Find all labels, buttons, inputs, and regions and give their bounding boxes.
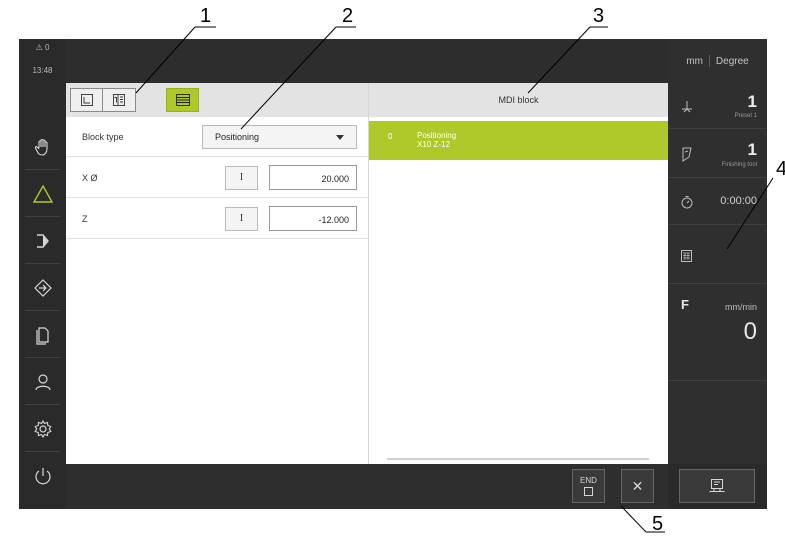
top-bar — [66, 39, 668, 83]
menu-file-management[interactable] — [19, 311, 66, 358]
param-row-z: Z I -12.000 — [66, 199, 368, 239]
block-type-label: Block type — [82, 132, 124, 142]
tab-axis-view[interactable] — [70, 88, 103, 112]
param-row-x: X Ø I 20.000 — [66, 158, 368, 198]
device-screen: ⚠ 0 13:48 mm Degree 1 Preset 1 1 Finishi… — [19, 39, 767, 509]
tool-value: 1 — [747, 140, 757, 159]
files-icon — [35, 326, 49, 345]
status-bottom — [668, 464, 767, 509]
triangle-icon — [32, 184, 53, 203]
block-type: Positioning — [417, 131, 457, 140]
square-icon — [584, 487, 593, 496]
unit-angle[interactable]: Degree — [716, 56, 749, 67]
warning-count[interactable]: ⚠ 0 — [19, 43, 66, 52]
z-label: Z — [82, 214, 88, 224]
stopwatch-icon — [681, 196, 693, 209]
block-type-select[interactable]: Positioning — [202, 125, 357, 149]
view-tabs — [66, 83, 368, 117]
callout-4: 4 — [776, 158, 785, 180]
z-value-field[interactable]: -12.000 — [269, 206, 357, 231]
mdi-block-panel: MDI block 0 Positioning X10 Z-12 — [369, 83, 668, 464]
block-type-value: Positioning — [215, 132, 260, 142]
feed-status[interactable]: F mm/min 0 — [668, 285, 767, 381]
menu-mdi[interactable] — [19, 170, 66, 217]
status-bar: mm Degree 1 Preset 1 1 Finishing tool 0:… — [668, 39, 767, 509]
calculator-icon — [681, 250, 692, 262]
form-view-icon — [175, 94, 190, 106]
hand-icon — [34, 138, 48, 156]
tool-icon — [682, 147, 692, 162]
bottom-bar: END ✕ — [66, 464, 668, 509]
x-value-field[interactable]: 20.000 — [269, 165, 357, 190]
menu-power[interactable] — [19, 452, 66, 499]
split-view-icon — [113, 94, 125, 106]
gear-icon — [33, 419, 52, 438]
feed-label: F — [681, 297, 689, 312]
power-icon — [34, 467, 51, 484]
menu-setup[interactable] — [19, 264, 66, 311]
menu-user-login[interactable] — [19, 358, 66, 405]
block-form-panel: Block type Positioning X Ø I 20.000 Z I … — [66, 83, 368, 464]
menu-manual-operation[interactable] — [19, 123, 66, 170]
callout-2: 2 — [342, 5, 354, 27]
callout-5: 5 — [652, 513, 664, 535]
clock: 13:48 — [32, 66, 53, 75]
chevron-down-icon — [336, 135, 344, 140]
close-icon: ✕ — [631, 477, 644, 494]
block-index: 0 — [388, 132, 393, 141]
arrow-right-bracket-icon — [36, 233, 49, 248]
tab-form-view[interactable] — [166, 88, 199, 112]
timer-value: 0:00:00 — [720, 195, 757, 207]
block-type-row: Block type Positioning — [66, 117, 368, 157]
callout-3: 3 — [593, 5, 605, 27]
feed-unit: mm/min — [725, 302, 757, 312]
callout-1: 1 — [200, 5, 212, 27]
end-label: END — [580, 476, 597, 485]
timer-status[interactable]: 0:00:00 — [668, 179, 767, 225]
machine-functions-icon — [709, 479, 725, 492]
tab-split-view[interactable] — [103, 88, 136, 112]
tool-status[interactable]: 1 Finishing tool — [668, 130, 767, 178]
setup-diamond-icon — [33, 278, 52, 297]
end-button[interactable]: END — [572, 469, 605, 503]
close-button[interactable]: ✕ — [621, 469, 654, 503]
preset-icon — [682, 101, 692, 113]
tool-label: Finishing tool — [721, 162, 757, 168]
machine-functions-button[interactable] — [679, 469, 755, 503]
feed-value: 0 — [743, 318, 757, 345]
x-incremental-button[interactable]: I — [225, 166, 258, 190]
list-item[interactable]: 0 Positioning X10 Z-12 — [369, 121, 668, 160]
block-coordinates: X10 Z-12 — [417, 140, 450, 149]
user-icon — [34, 373, 51, 390]
menu-settings[interactable] — [19, 405, 66, 452]
main-menu: ⚠ 0 13:48 — [19, 39, 66, 509]
menu-program-run[interactable] — [19, 217, 66, 264]
axis-view-icon — [80, 94, 93, 106]
preset-status[interactable]: 1 Preset 1 — [668, 83, 767, 129]
scrollbar[interactable] — [387, 458, 649, 460]
preset-label: Preset 1 — [734, 113, 757, 119]
unit-length[interactable]: mm — [686, 56, 703, 67]
z-incremental-button[interactable]: I — [225, 207, 258, 231]
x-label: X Ø — [82, 173, 98, 183]
mdi-header: MDI block — [369, 83, 668, 117]
auxiliary-status[interactable] — [668, 226, 767, 284]
preset-value: 1 — [747, 92, 757, 111]
